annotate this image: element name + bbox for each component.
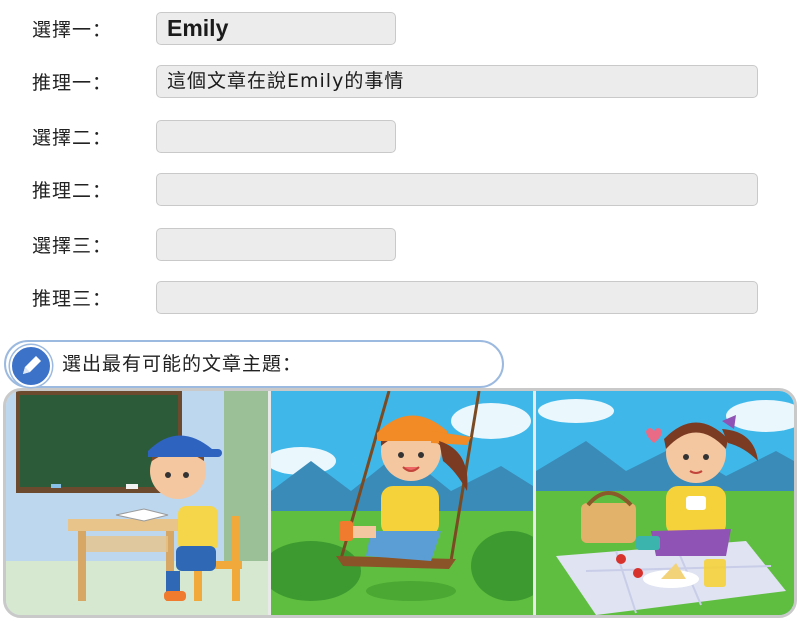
reasoning-row-1: 推理一： 這個文章在說Emily的事情	[0, 65, 800, 101]
reasoning-1-field[interactable]: 這個文章在說Emily的事情	[156, 65, 758, 98]
reasoning-3-field[interactable]	[156, 281, 758, 314]
choice-row-2: 選擇二：	[0, 120, 800, 156]
reasoning-row-2: 推理二：	[0, 173, 800, 209]
choice-3-field[interactable]	[156, 228, 396, 261]
choice-2-field[interactable]	[156, 120, 396, 153]
choice-1-field[interactable]: Emily	[156, 12, 396, 45]
reasoning-row-3: 推理三：	[0, 281, 800, 317]
reasoning-3-label: 推理三：	[32, 288, 113, 310]
reasoning-2-label: 推理二：	[32, 180, 113, 202]
choice-row-3: 選擇三：	[0, 228, 800, 264]
picture-boy-reading[interactable]	[6, 391, 268, 615]
picture-girl-picnic[interactable]	[536, 391, 794, 615]
picture-girl-swing[interactable]	[271, 391, 533, 615]
choice-3-label: 選擇三：	[32, 235, 113, 257]
reasoning-1-label: 推理一：	[32, 72, 113, 94]
pencil-icon	[10, 345, 52, 387]
topic-prompt: 選出最有可能的文章主題：	[4, 340, 504, 388]
choice-row-1: 選擇一： Emily	[0, 12, 800, 48]
choice-1-label: 選擇一：	[32, 19, 113, 41]
picture-options	[3, 388, 797, 618]
choice-2-label: 選擇二：	[32, 127, 113, 149]
prompt-text: 選出最有可能的文章主題：	[62, 353, 303, 375]
reasoning-2-field[interactable]	[156, 173, 758, 206]
